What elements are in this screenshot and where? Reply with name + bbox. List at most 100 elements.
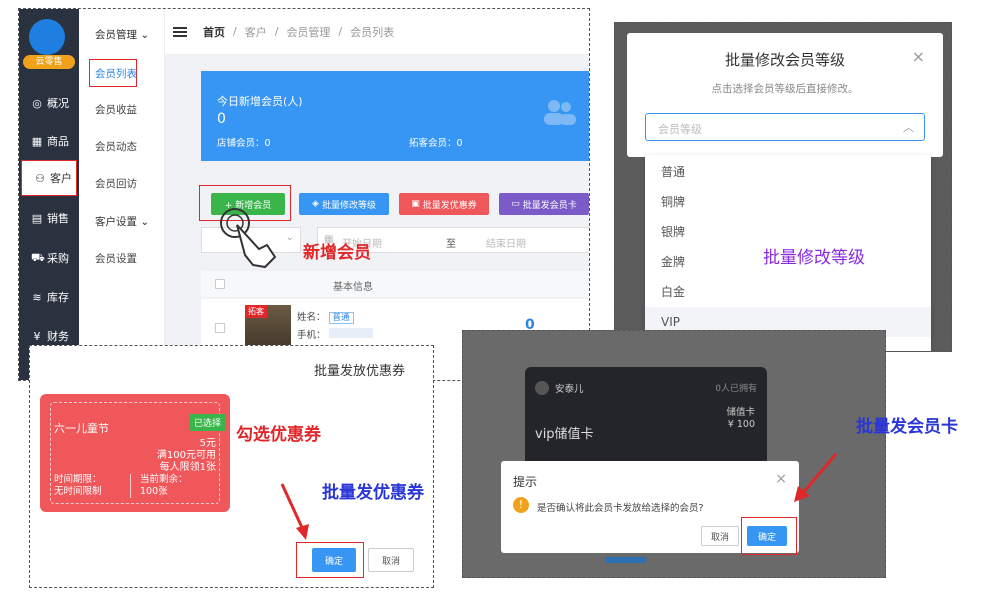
crumb-home[interactable]: 首页 [203, 24, 225, 40]
card-type: 储值卡 [726, 407, 755, 418]
breadcrumb: 首页 / 客户 / 会员管理 / 会员列表 [165, 9, 589, 55]
cancel-button[interactable]: 取消 [368, 548, 414, 572]
stats-count: 0 [217, 111, 226, 127]
issue-coupon-button[interactable]: ▣ 批量发优惠券 [399, 193, 489, 215]
close-icon[interactable]: × [912, 47, 925, 66]
primary-sidebar: 云零售 ◎ 概况 ▦ 商品 ⚇ 客户 ▤ 销售 ⛟ 采购 ≋ 库存 ¥ 财务 [19, 9, 79, 380]
crumb-customer[interactable]: 客户 [245, 24, 267, 40]
modify-level-button[interactable]: ◈ 批量修改等级 [299, 193, 389, 215]
nav-purchase[interactable]: ⛟ 采购 [19, 240, 79, 276]
expand-members: 拓客会员：0 [409, 138, 463, 149]
card-owned-count: 0人已拥有 [715, 384, 757, 394]
option-platinum[interactable]: 白金 [645, 277, 931, 307]
annotation-issue-coupon: 批量发优惠券 [322, 483, 424, 503]
card-type-info: 储值卡 ¥ 100 [726, 407, 755, 431]
button-label: 批量发优惠券 [422, 200, 477, 211]
stack-icon: ≋ [32, 290, 42, 304]
period-label: 时间期限： [54, 474, 102, 485]
name-field: 姓名： 普通 [297, 309, 354, 324]
nav-overview[interactable]: ◎ 概况 [19, 85, 79, 121]
dialog-subtitle: 点击选择会员等级后直接修改。 [711, 83, 859, 95]
end-date[interactable]: 结束日期 [486, 235, 526, 250]
coupon-terms: 5元 满100元可用 每人限领1张 [157, 438, 216, 474]
coupon-amount: 5元 [199, 438, 216, 449]
dialog-message: 是否确认将此会员卡发放给选择的会员? [537, 503, 704, 514]
name-label: 姓名： [297, 312, 326, 323]
group-member-management[interactable]: 会员管理 ⌄ [79, 27, 165, 42]
coupon-condition: 满100元可用 [156, 450, 216, 461]
coupon-card[interactable]: 六一儿童节 已选择 5元 满100元可用 每人限领1张 时间期限： 无时间限制 … [40, 394, 230, 512]
issue-card-button[interactable]: ▭ 批量发会员卡 [499, 193, 589, 215]
grid-icon: ▦ [31, 134, 43, 148]
card-name: vip储值卡 [535, 427, 594, 442]
nav-label: 概况 [47, 97, 69, 110]
confirm-button[interactable]: 确定 [747, 526, 787, 546]
coupon-limit: 每人限领1张 [159, 462, 216, 473]
chevron-down-icon: ⌄ [140, 29, 150, 41]
crumb-member-list: 会员列表 [350, 25, 395, 39]
nav2-member-activity[interactable]: 会员动态 [79, 139, 165, 154]
nav-label: 库存 [47, 291, 69, 304]
stats-card: 今日新增会员(人) 0 店铺会员：0 拓客会员：0 [201, 71, 589, 161]
ticket-icon: ▣ [411, 199, 420, 209]
store-members: 店铺会员：0 [217, 138, 271, 149]
store-icon [535, 381, 549, 395]
date-separator: 至 [446, 239, 456, 250]
select-all-checkbox[interactable] [215, 279, 225, 289]
header-basic-info: 基本信息 [333, 282, 373, 293]
user-icon: ⚇ [35, 171, 45, 185]
option-bronze[interactable]: 铜牌 [645, 187, 931, 217]
nav-label: 销售 [47, 212, 69, 225]
nav2-member-visit[interactable]: 会员回访 [79, 176, 165, 191]
money-icon: ¥ [33, 329, 41, 343]
card-icon: ▭ [511, 199, 520, 209]
menu-icon[interactable] [173, 26, 187, 37]
chevron-up-icon: ︿ [903, 121, 914, 134]
divider [130, 474, 131, 498]
coupon-name: 六一儿童节 [54, 422, 109, 435]
group-customer-settings[interactable]: 客户设置 ⌄ [79, 214, 165, 229]
row-checkbox[interactable] [215, 323, 225, 333]
nav-label: 商品 [47, 135, 69, 148]
nav2-member-income[interactable]: 会员收益 [79, 102, 165, 117]
document-icon: ▤ [31, 211, 43, 225]
nav-label: 采购 [47, 252, 69, 265]
logo-icon [29, 19, 65, 55]
dialog-title: 批量修改会员等级 [724, 51, 845, 69]
confirm-button[interactable]: 确定 [312, 548, 356, 572]
hand-pointer-icon [220, 208, 277, 269]
option-normal[interactable]: 普通 [645, 157, 931, 187]
issue-coupon-panel: 批量发放优惠券 六一儿童节 已选择 5元 满100元可用 每人限领1张 时间期限… [29, 345, 434, 588]
chevron-down-icon: ⌄ [140, 216, 150, 228]
logo-text: 云零售 [23, 55, 75, 69]
level-badge: 普通 [328, 312, 354, 324]
secondary-sidebar: 会员管理 ⌄ 会员列表 会员收益 会员动态 会员回访 客户设置 ⌄ 会员设置 [79, 9, 165, 380]
nav-inventory[interactable]: ≋ 库存 [19, 279, 79, 315]
arrow-icon [794, 453, 838, 502]
dialog-title: 提示 [513, 475, 538, 489]
remain-value: 100张 [140, 486, 168, 497]
cancel-button[interactable]: 取消 [701, 526, 739, 546]
arrow-icon [280, 483, 309, 540]
card-owner: 安泰儿 [555, 384, 584, 395]
nav-label: 客户 [50, 172, 72, 185]
users-icon [544, 100, 576, 125]
nav-products[interactable]: ▦ 商品 [19, 123, 79, 159]
modify-level-dialog: 批量修改会员等级 × 点击选择会员等级后直接修改。 会员等级 ︿ [627, 33, 943, 157]
background-button [605, 557, 645, 563]
nav2-member-settings[interactable]: 会员设置 [79, 251, 165, 266]
modify-level-panel: 批量修改会员等级 × 点击选择会员等级后直接修改。 会员等级 ︿ 普通 铜牌 银… [614, 22, 952, 352]
confirm-dialog: 提示 × ! 是否确认将此会员卡发放给选择的会员? 取消 确定 [501, 461, 799, 555]
nav-customers[interactable]: ⚇ 客户 [21, 160, 77, 196]
stats-title: 今日新增会员(人) [217, 95, 303, 108]
level-select[interactable]: 会员等级 ︿ [645, 113, 925, 141]
nav-sales[interactable]: ▤ 销售 [19, 200, 79, 236]
coupon-remain: 当前剩余： 100张 [140, 474, 188, 498]
button-label: 批量修改等级 [321, 200, 376, 211]
crumb-member-management[interactable]: 会员管理 [286, 24, 330, 40]
annotation-issue-card: 批量发会员卡 [856, 417, 958, 437]
select-placeholder: 会员等级 [658, 123, 702, 136]
nav-label: 财务 [47, 330, 69, 343]
nav2-member-list[interactable]: 会员列表 [79, 66, 165, 81]
annotation-select-coupon: 勾选优惠券 [236, 425, 321, 445]
